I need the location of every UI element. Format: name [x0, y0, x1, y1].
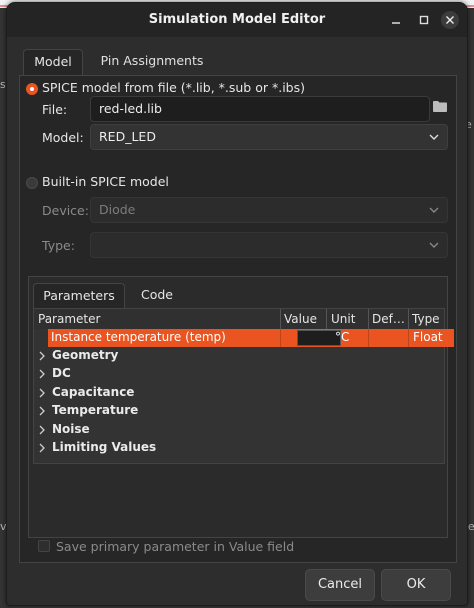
spice-file-radio-label[interactable]: SPICE model from file (*.lib, *.sub or *…: [42, 80, 305, 95]
column-divider[interactable]: [280, 309, 281, 329]
group-label: DC: [52, 366, 71, 380]
chevron-right-icon: [39, 388, 45, 398]
save-primary-checkbox[interactable]: [38, 540, 50, 552]
cell-type: Float: [413, 330, 443, 344]
group-label: Temperature: [52, 403, 139, 417]
file-path-input[interactable]: red-led.lib: [90, 96, 430, 122]
minimize-button[interactable]: [387, 11, 405, 29]
ok-button[interactable]: OK: [381, 569, 451, 601]
column-divider[interactable]: [408, 309, 409, 329]
close-icon: [446, 16, 454, 24]
cell-divider: [280, 329, 281, 347]
device-select[interactable]: Diode: [90, 197, 448, 223]
tab-parameters[interactable]: Parameters: [33, 283, 125, 308]
chevron-down-icon: [429, 242, 439, 248]
type-label: Type:: [42, 238, 75, 253]
model-select[interactable]: RED_LED: [90, 124, 448, 150]
column-header-default[interactable]: Def…: [372, 312, 405, 326]
chevron-right-icon: [39, 369, 45, 379]
column-divider[interactable]: [326, 309, 327, 329]
chevron-right-icon: [39, 406, 45, 416]
group-label: Capacitance: [52, 385, 135, 399]
chevron-right-icon: [39, 351, 45, 361]
device-select-value: Diode: [99, 202, 136, 217]
file-label: File:: [42, 102, 68, 117]
builtin-spice-radio-label[interactable]: Built-in SPICE model: [42, 174, 169, 189]
cell-divider: [368, 329, 369, 347]
parameters-grid: Parameter Value Unit Def… Type Instance …: [33, 308, 454, 464]
maximize-icon: [419, 15, 429, 25]
cell-divider: [408, 329, 409, 347]
column-header-value[interactable]: Value: [284, 312, 317, 326]
chevron-right-icon: [39, 425, 45, 435]
save-primary-label[interactable]: Save primary parameter in Value field: [56, 539, 294, 554]
column-header-unit[interactable]: Unit: [331, 312, 355, 326]
model-tabbar: Model Pin Assignments: [19, 49, 457, 75]
background-glyph: s: [0, 78, 6, 91]
cell-parameter: Instance temperature (temp): [51, 330, 226, 344]
cell-unit: °C: [335, 330, 350, 344]
group-label: Noise: [52, 422, 90, 436]
chevron-right-icon: [39, 443, 45, 453]
browse-file-button[interactable]: [432, 99, 452, 119]
spice-file-radio[interactable]: [26, 83, 38, 95]
model-tab-panel: SPICE model from file (*.lib, *.sub or *…: [19, 75, 457, 563]
tab-model[interactable]: Model: [23, 49, 83, 75]
cancel-button[interactable]: Cancel: [305, 569, 375, 601]
column-header-type[interactable]: Type: [412, 312, 440, 326]
folder-icon: [433, 101, 447, 112]
builtin-spice-radio[interactable]: [26, 177, 38, 189]
maximize-button[interactable]: [415, 11, 433, 29]
table-row-selected[interactable]: Instance temperature (temp) °C Float: [48, 329, 454, 347]
device-label: Device:: [42, 203, 89, 218]
model-select-value: RED_LED: [99, 129, 156, 144]
titlebar: Simulation Model Editor: [7, 3, 467, 37]
column-divider[interactable]: [368, 309, 369, 329]
tab-pin-assignments[interactable]: Pin Assignments: [97, 49, 207, 75]
chevron-down-icon: [429, 207, 439, 213]
model-label: Model:: [42, 130, 84, 145]
group-label: Limiting Values: [52, 440, 157, 454]
simulation-model-editor-dialog: Simulation Model Editor Model Pin Assign…: [6, 2, 468, 606]
grid-header: Parameter Value Unit Def… Type: [34, 309, 444, 329]
column-header-parameter[interactable]: Parameter: [38, 312, 100, 326]
group-label: Geometry: [52, 348, 119, 362]
chevron-down-icon: [429, 134, 439, 140]
minimize-icon: [392, 22, 400, 24]
close-button[interactable]: [441, 11, 459, 29]
tab-code[interactable]: Code: [129, 283, 185, 307]
type-select[interactable]: [90, 232, 448, 258]
parameters-code-box: Parameters Code Parameter Value Unit Def…: [28, 276, 454, 538]
